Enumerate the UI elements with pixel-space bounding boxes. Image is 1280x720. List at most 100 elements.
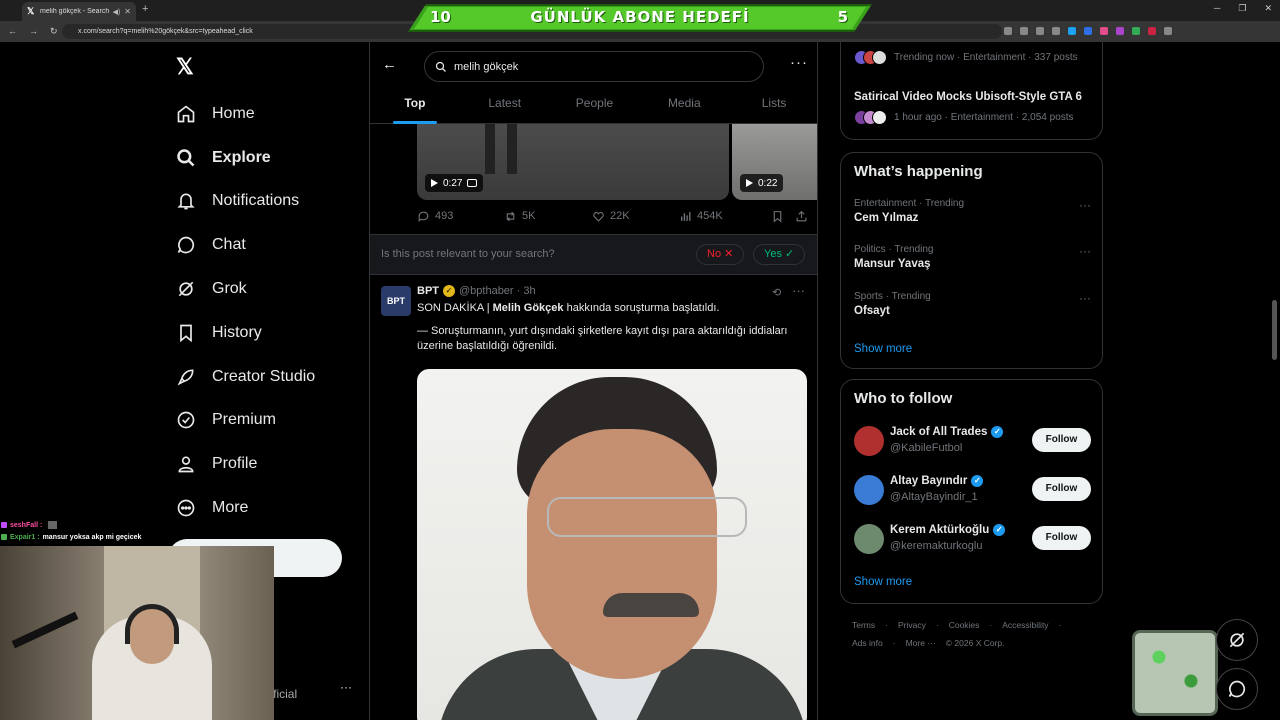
footer-link-terms[interactable]: Terms: [852, 620, 875, 630]
trend-title[interactable]: Satirical Video Mocks Ubisoft-Style GTA …: [854, 91, 1082, 103]
sidebar-item-notifications[interactable]: Notifications: [176, 180, 315, 224]
messages-fab[interactable]: [1216, 668, 1258, 710]
back-browser-icon[interactable]: ←: [8, 26, 17, 37]
forward-browser-icon[interactable]: →: [29, 26, 38, 37]
sidebar-item-home[interactable]: Home: [176, 92, 315, 136]
maximize-icon[interactable]: ❐: [1238, 3, 1246, 14]
footer-links: Terms · Privacy · Cookies · Accessibilit…: [852, 620, 1061, 630]
post-more-icon[interactable]: ···: [792, 283, 805, 298]
tab-media[interactable]: Media: [639, 91, 729, 123]
page-scrollbar[interactable]: [1272, 300, 1277, 360]
trend-item[interactable]: Sports · Trending Ofsayt ···: [854, 291, 1091, 317]
video-thumbnail[interactable]: 0:27: [417, 124, 729, 200]
video-thumbnail[interactable]: 0:22: [732, 124, 817, 200]
follow-button[interactable]: Follow: [1032, 526, 1091, 550]
share-button[interactable]: [795, 210, 808, 223]
search-input[interactable]: melih gökçek: [424, 51, 764, 82]
footer-link-ads-info[interactable]: Ads info: [852, 638, 883, 648]
extension-icon[interactable]: [1084, 27, 1092, 35]
extension-icon[interactable]: [1100, 27, 1108, 35]
post-author-handle[interactable]: @bpthaber · 3h: [459, 285, 536, 297]
follow-suggestion[interactable]: Jack of All Trades ✓ @KabileFutbol Follow: [854, 424, 1091, 460]
avatar[interactable]: [854, 475, 884, 505]
sidebar-item-premium[interactable]: Premium: [176, 399, 315, 443]
relevance-prompt: Is this post relevant to your search? No…: [370, 234, 817, 275]
reload-icon[interactable]: ↻: [50, 26, 58, 37]
post-author-name[interactable]: BPT: [417, 285, 439, 297]
footer-separator: ·: [885, 620, 888, 630]
avatar[interactable]: [854, 524, 884, 554]
x-logo[interactable]: 𝕏: [176, 54, 194, 80]
new-tab-icon[interactable]: +: [142, 3, 148, 15]
sidebar-item-explore[interactable]: Explore: [176, 136, 315, 180]
footer-link-cookies[interactable]: Cookies: [949, 620, 980, 630]
browser-tab[interactable]: 𝕏 melih gökçek - Search / X ◀) ✕: [22, 2, 136, 21]
chat-user: Expair1 :: [10, 533, 40, 541]
show-more-link[interactable]: Show more: [854, 576, 912, 588]
extension-icon[interactable]: [1036, 27, 1044, 35]
minimize-icon[interactable]: ─: [1214, 3, 1220, 14]
tab-top[interactable]: Top: [370, 91, 460, 124]
chat-user: seshFall :: [10, 521, 43, 529]
sidebar-item-chat[interactable]: Chat: [176, 223, 315, 267]
extension-icon[interactable]: [1164, 27, 1172, 35]
close-window-icon[interactable]: ✕: [1264, 3, 1272, 14]
trend-meta-text: Trending now · Entertainment · 337 posts: [894, 52, 1078, 63]
trend-more-icon[interactable]: ···: [1079, 244, 1091, 258]
chat-text: mansur yoksa akp mi geçicek: [42, 533, 142, 541]
trend-more-icon[interactable]: ···: [1079, 198, 1091, 212]
bookmark-button[interactable]: [771, 210, 795, 223]
footer-link-privacy[interactable]: Privacy: [898, 620, 926, 630]
footer-link-accessibility[interactable]: Accessibility: [1002, 620, 1048, 630]
trend-meta[interactable]: Trending now · Entertainment · 337 posts: [854, 50, 1078, 65]
relevance-yes-button[interactable]: Yes ✓: [753, 244, 806, 265]
search-tabs: Top Latest People Media Lists: [370, 91, 817, 124]
follow-suggestion[interactable]: Kerem Aktürkoğlu ✓ @keremakturkoglu Follo…: [854, 522, 1091, 558]
who-to-follow-title: Who to follow: [854, 390, 953, 407]
extension-icon[interactable]: [1132, 27, 1140, 35]
footer-link-more[interactable]: More ···: [906, 638, 936, 648]
sidebar-item-label: Notifications: [212, 192, 300, 210]
trend-meta[interactable]: 1 hour ago · Entertainment · 2,054 posts: [854, 110, 1074, 125]
repost-button[interactable]: 5K: [504, 210, 592, 223]
follow-button[interactable]: Follow: [1032, 428, 1091, 452]
avatar[interactable]: [854, 426, 884, 456]
like-button[interactable]: 22K: [592, 210, 679, 223]
tab-lists[interactable]: Lists: [729, 91, 817, 123]
trend-item[interactable]: Politics · Trending Mansur Yavaş ···: [854, 244, 1091, 270]
captions-icon: [467, 179, 478, 187]
sidebar-item-history[interactable]: History: [176, 311, 315, 355]
close-tab-icon[interactable]: ✕: [124, 7, 131, 16]
extension-icon[interactable]: [1148, 27, 1156, 35]
follow-suggestion[interactable]: Altay Bayındır ✓ @AltayBayindir_1 Follow: [854, 473, 1091, 509]
footer-separator: ·: [935, 620, 939, 630]
extension-icon[interactable]: [1020, 27, 1028, 35]
post-photo[interactable]: [417, 369, 807, 720]
extension-icon[interactable]: [1052, 27, 1060, 35]
speaker-icon[interactable]: ◀): [113, 8, 121, 16]
account-more-icon[interactable]: ···: [340, 680, 352, 694]
repost-count: 5K: [522, 210, 536, 222]
reply-button[interactable]: 493: [417, 210, 504, 223]
trend-item[interactable]: Entertainment · Trending Cem Yılmaz ···: [854, 198, 1091, 224]
extension-icon[interactable]: [1068, 27, 1076, 35]
extension-icon[interactable]: [1004, 27, 1012, 35]
more-options-icon[interactable]: ···: [790, 54, 808, 71]
back-arrow-icon[interactable]: ←: [382, 56, 397, 73]
whats-happening-title: What’s happening: [854, 163, 983, 180]
trend-more-icon[interactable]: ···: [1079, 291, 1091, 305]
relevance-no-button[interactable]: No ✕: [696, 244, 745, 265]
show-more-link[interactable]: Show more: [854, 343, 912, 355]
grok-fab[interactable]: [1216, 619, 1258, 661]
grok-explain-icon[interactable]: ⟲: [772, 286, 781, 299]
extension-icon[interactable]: [1116, 27, 1124, 35]
sidebar-item-grok[interactable]: Grok: [176, 267, 315, 311]
sidebar-item-profile[interactable]: Profile: [176, 442, 315, 486]
sidebar-item-more[interactable]: More: [176, 486, 315, 530]
follow-button[interactable]: Follow: [1032, 477, 1091, 501]
tab-latest[interactable]: Latest: [460, 91, 550, 123]
tab-people[interactable]: People: [550, 91, 640, 123]
views-button[interactable]: 454K: [679, 210, 771, 223]
sidebar-item-creator-studio[interactable]: Creator Studio: [176, 355, 315, 399]
avatar[interactable]: BPT: [381, 286, 411, 316]
